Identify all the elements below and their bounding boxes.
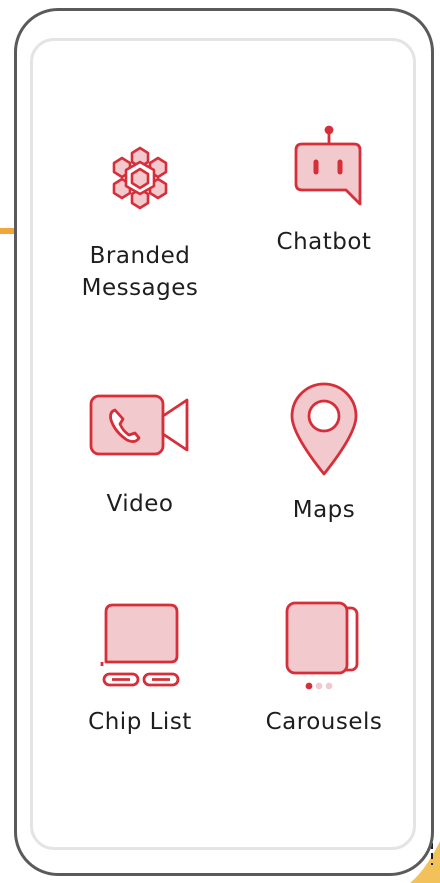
carousel-icon (285, 601, 359, 690)
feature-branded-messages[interactable]: Branded Messages (55, 138, 225, 304)
carousel-dot (325, 682, 333, 690)
feature-label-branded-messages: Branded Messages (81, 243, 199, 301)
feature-chip-list[interactable]: Chip List (55, 602, 225, 738)
carousel-dot-active (305, 682, 313, 690)
chip-list-icon (100, 603, 180, 687)
feature-video[interactable]: Video (55, 392, 225, 520)
feature-label-carousels: Carousels (265, 709, 383, 735)
feature-maps[interactable]: Maps (239, 378, 409, 526)
feature-label-chip-list: Chip List (88, 709, 192, 735)
feature-chatbot[interactable]: Chatbot (239, 125, 409, 258)
branded-messages-icon (112, 146, 168, 210)
video-call-icon (89, 394, 189, 456)
feature-carousels[interactable]: Carousels (239, 600, 409, 738)
feature-label-maps: Maps (292, 497, 356, 523)
map-pin-icon (290, 382, 358, 476)
carousel-dot (315, 682, 323, 690)
feature-label-chatbot: Chatbot (276, 229, 372, 255)
feature-label-video: Video (106, 491, 174, 517)
chatbot-icon (294, 125, 362, 206)
